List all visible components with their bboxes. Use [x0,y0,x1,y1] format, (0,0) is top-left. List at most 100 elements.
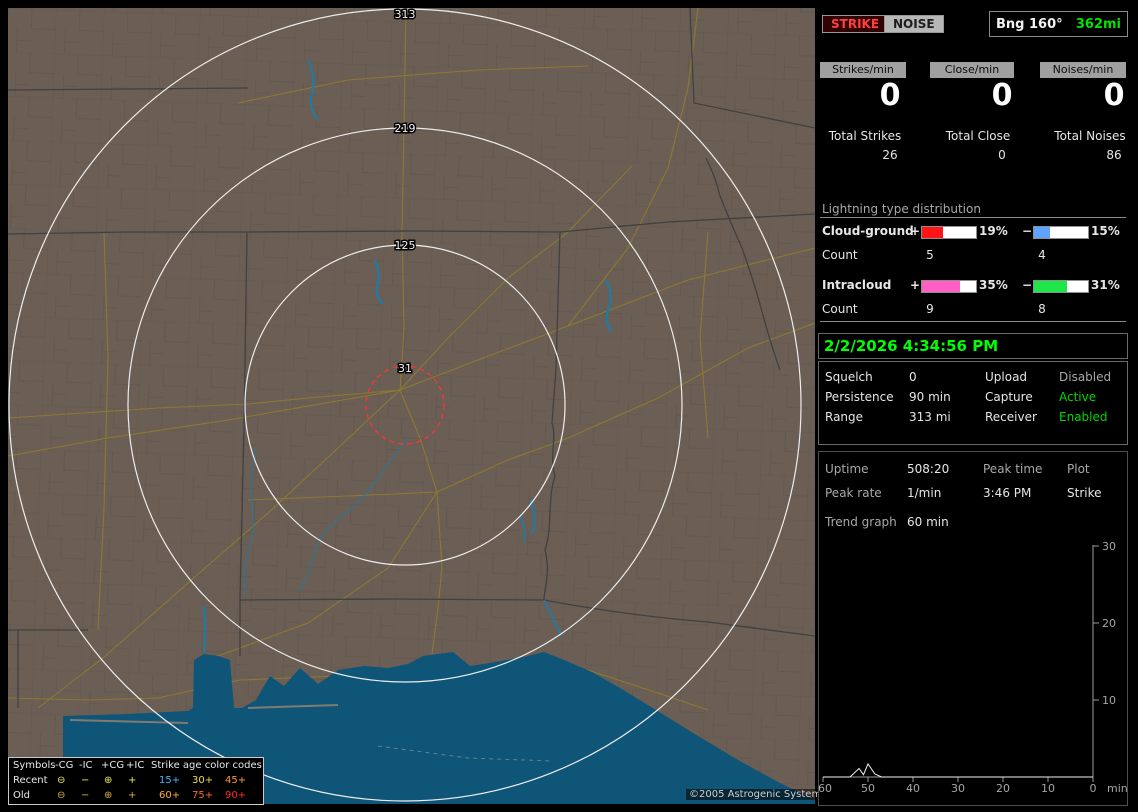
legend-header-pic: +IC [126,760,145,771]
x-tick-50: 50 [861,782,875,795]
datetime-text: 2/2/2026 4:34:56 PM [824,337,999,355]
session-row: Peak rate 1/min 3:46 PM Strike [819,486,1127,502]
cg-negative-count: 4 [1038,248,1046,262]
ic-positive-pct: 35% [979,278,1008,292]
legend-header-nic: -IC [79,760,93,771]
app-window: { "map": { "ring_labels": { "r1": "313",… [0,0,1138,812]
trend-axes [822,545,1099,782]
old-pcg-icon: ⊕ [104,790,113,801]
copyright-text: ©2005 Astrogenic Systems [686,789,830,800]
intracloud-count-row: Count 9 8 [818,302,1128,317]
cloud-ground-count-row: Count 5 4 [818,248,1128,263]
intracloud-label: Intracloud [822,278,892,292]
plot-label: Plot [1067,462,1090,476]
minus-sign: − [1022,278,1033,292]
plus-sign: + [910,278,921,292]
y-tick-30: 30 [1102,540,1116,553]
peak-rate-value: 1/min [907,486,942,500]
age-code-60: 60+ [159,790,181,801]
old-pic-icon: + [128,790,137,801]
legend-header-age: Strike age color codes [151,760,262,771]
x-tick-40: 40 [906,782,920,795]
ic-positive-bar [921,280,977,293]
noise-button[interactable]: NOISE [884,15,944,33]
x-unit-label: min [1107,782,1128,795]
age-code-15: 15+ [159,775,181,786]
bearing-label: Bng 160° [996,16,1063,32]
cg-negative-bar [1033,226,1089,239]
recent-ncg-icon: ⊖ [57,775,66,786]
cg-negative-pct: 15% [1091,224,1120,238]
peak-time-label: Peak time [983,462,1043,476]
total-noises-label: Total Noises [1054,129,1126,143]
y-tick-10: 10 [1102,694,1116,707]
x-tick-60: 60 [819,782,832,795]
receiver-label: Receiver [985,410,1037,424]
legend-header-ncg: -CG [55,760,74,771]
noises-per-min-label: Noises/min [1040,62,1126,78]
legend-header-symbols: Symbols [13,760,56,771]
y-tick-20: 20 [1102,617,1116,630]
total-strikes-label: Total Strikes [828,129,902,143]
settings-row: Persistence 90 min Capture Active [819,390,1127,406]
divider-line [820,217,1126,218]
squelch-label: Squelch [825,370,873,384]
legend-old-label: Old [13,790,30,801]
ring-label-125: 125 [395,239,416,252]
uptime-label: Uptime [825,462,869,476]
settings-row: Squelch 0 Upload Disabled [819,370,1127,386]
strike-button[interactable]: STRIKE [822,15,889,33]
trend-graph: 30 20 10 60 50 40 30 20 10 0 min [819,540,1128,795]
cloud-ground-label: Cloud-ground [822,224,914,238]
x-tick-10: 10 [1041,782,1055,795]
intracloud-row: Intracloud + 35% − 31% [818,278,1128,293]
legend-recent-label: Recent [13,775,48,786]
plus-sign: + [910,224,921,238]
x-tick-20: 20 [996,782,1010,795]
total-close-value: 0 [998,148,1006,162]
ic-negative-count: 8 [1038,302,1046,316]
upload-label: Upload [985,370,1028,384]
trend-graph-label: Trend graph [825,515,897,529]
cg-positive-pct: 19% [979,224,1008,238]
trend-window-value: 60 min [907,515,949,529]
divider-line [820,321,1126,322]
peak-time-value: 3:46 PM [983,486,1032,500]
strikes-per-min-label: Strikes/min [820,62,906,78]
strikes-per-min-value: 0 [879,78,901,113]
legend-header-pcg: +CG [101,760,125,771]
ring-label-313: 313 [395,8,416,21]
ring-label-31: 31 [398,362,412,375]
age-code-45: 45+ [225,775,247,786]
symbols-legend: Symbols -CG -IC +CG +IC Strike age color… [8,757,264,805]
datetime-box: 2/2/2026 4:34:56 PM [818,333,1128,359]
settings-row: Range 313 mi Receiver Enabled [819,410,1127,426]
capture-label: Capture [985,390,1033,404]
old-ncg-icon: ⊖ [57,790,66,801]
persistence-value: 90 min [909,390,951,404]
count-label: Count [822,302,858,316]
age-code-90: 90+ [225,790,247,801]
age-code-75: 75+ [192,790,214,801]
capture-status: Active [1059,390,1097,404]
range-label: Range [825,410,864,424]
peak-rate-label: Peak rate [825,486,882,500]
cg-positive-count: 5 [926,248,934,262]
receiver-status: Enabled [1059,410,1108,424]
x-tick-30: 30 [951,782,965,795]
count-label: Count [822,248,858,262]
old-nic-icon: − [81,790,90,801]
range-value: 313 mi [909,410,951,424]
upload-status: Disabled [1059,370,1112,384]
side-panel: STRIKE NOISE Bng 160° 362mi Strikes/min … [818,0,1130,812]
trend-series [823,762,1093,778]
recent-nic-icon: − [81,775,90,786]
cloud-ground-row: Cloud-ground + 19% − 15% [818,224,1128,239]
ic-negative-bar [1033,280,1089,293]
recent-pic-icon: + [128,775,137,786]
ic-negative-pct: 31% [1091,278,1120,292]
bearing-box: Bng 160° 362mi [989,11,1128,37]
map-view: 313 219 125 31 Symbols -CG -IC +CG +IC S… [7,7,830,805]
total-close-label: Total Close [945,129,1011,143]
total-strikes-value: 26 [882,148,898,162]
